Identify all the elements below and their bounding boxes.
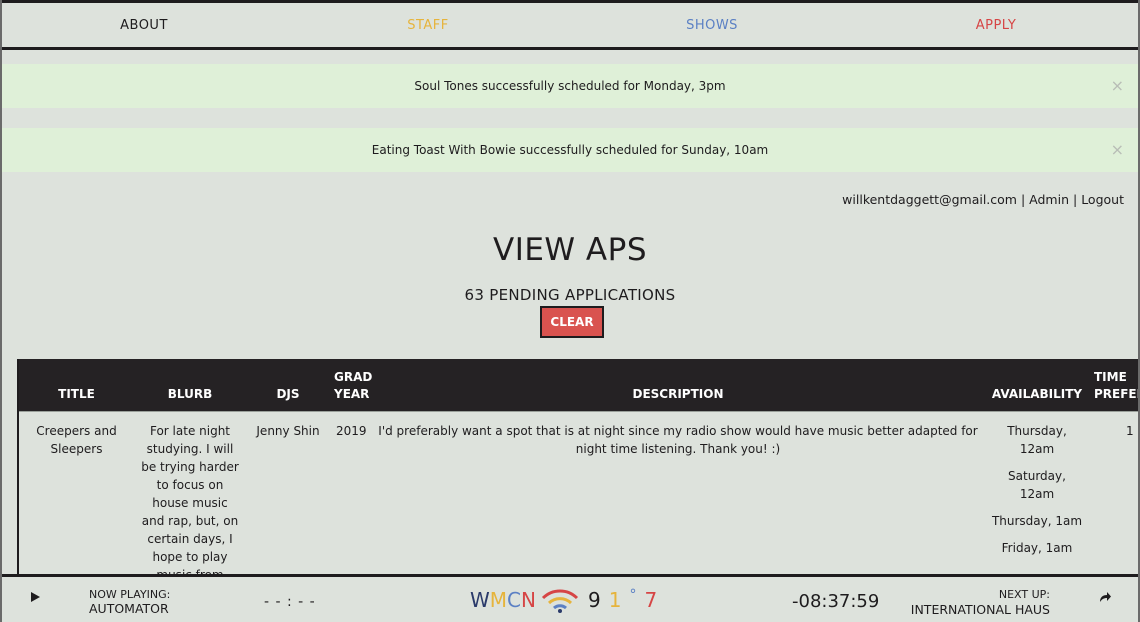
- cell-blurb: For late night studying. I will be tryin…: [141, 423, 239, 576]
- logo-letter: W: [470, 588, 490, 612]
- column-header-djs[interactable]: DJS: [246, 359, 330, 411]
- logo-digit: 9: [587, 588, 601, 612]
- nav-shows[interactable]: SHOWS: [570, 18, 854, 33]
- top-nav: ABOUT STAFF SHOWS APPLY: [2, 0, 1138, 50]
- table-header-row: TITLE BLURB DJS GRAD YEAR DESCRIPTION AV…: [19, 359, 1138, 411]
- cell-title: Creepers and Sleepers: [36, 423, 117, 456]
- pending-count: 63 PENDING APPLICATIONS: [464, 286, 676, 304]
- logout-link[interactable]: Logout: [1081, 192, 1124, 207]
- applications-table: TITLE BLURB DJS GRAD YEAR DESCRIPTION AV…: [17, 359, 1138, 576]
- availability-slot: Thursday, 12am: [1007, 423, 1067, 456]
- separator: |: [1072, 192, 1078, 207]
- close-icon[interactable]: ×: [1111, 140, 1124, 159]
- nav-staff[interactable]: STAFF: [286, 18, 570, 33]
- next-up-label: NEXT UP:: [998, 588, 1050, 601]
- availability-slot: Thursday, 1am: [991, 513, 1083, 528]
- cell-djs: Jenny Shin: [256, 423, 320, 438]
- station-logo: W M C N 9 1 ° 7: [470, 586, 657, 614]
- user-bar: willkentdaggett@gmail.com | Admin | Logo…: [842, 192, 1124, 207]
- wifi-icon: [541, 589, 579, 613]
- play-icon[interactable]: [31, 592, 40, 602]
- alert-message: Eating Toast With Bowie successfully sch…: [371, 143, 769, 157]
- separator: |: [1020, 192, 1026, 207]
- logo-letter: C: [507, 588, 522, 612]
- close-icon[interactable]: ×: [1111, 76, 1124, 95]
- success-alert: Eating Toast With Bowie successfully sch…: [2, 128, 1138, 172]
- column-header-time-preference[interactable]: TIME PREFERENCE: [1090, 359, 1138, 411]
- next-up-title: INTERNATIONAL HAUS: [910, 602, 1050, 617]
- logo-digit: 1: [608, 588, 622, 612]
- user-email: willkentdaggett@gmail.com: [842, 192, 1017, 207]
- cell-description: I'd preferably want a spot that is at ni…: [378, 423, 978, 456]
- page-title: VIEW APS: [492, 232, 648, 268]
- availability-slot: Saturday, 12am: [1008, 468, 1066, 501]
- logo-letter: M: [489, 588, 508, 612]
- now-playing-title: AUTOMATOR: [89, 601, 169, 616]
- share-icon[interactable]: [1098, 590, 1112, 604]
- column-header-availability[interactable]: AVAILABILITY: [984, 359, 1090, 411]
- table-row[interactable]: Creepers and Sleepers For late night stu…: [19, 411, 1138, 576]
- column-header-description[interactable]: DESCRIPTION: [372, 359, 984, 411]
- success-alert: Soul Tones successfully scheduled for Mo…: [2, 64, 1138, 108]
- nav-apply[interactable]: APPLY: [854, 18, 1138, 33]
- logo-letter: N: [521, 588, 536, 612]
- alert-message: Soul Tones successfully scheduled for Mo…: [414, 79, 726, 93]
- remaining-time: -08:37:59: [792, 591, 880, 612]
- availability-slot: Friday, 1am: [1001, 540, 1073, 555]
- elapsed-time: - - : - -: [264, 594, 316, 610]
- logo-digit: °: [629, 587, 637, 603]
- column-header-title[interactable]: TITLE: [19, 359, 134, 411]
- cell-grad-year: 2019: [336, 423, 367, 438]
- nav-about[interactable]: ABOUT: [2, 18, 286, 33]
- column-header-grad-year[interactable]: GRAD YEAR: [330, 359, 372, 411]
- radio-player: NOW PLAYING: AUTOMATOR - - : - - W M C N…: [2, 574, 1138, 622]
- cell-availability: Thursday, 12am Saturday, 12am Thursday, …: [984, 411, 1090, 575]
- column-header-blurb[interactable]: BLURB: [134, 359, 246, 411]
- cell-time-preference: 1: [1126, 423, 1134, 438]
- app-frame: ABOUT STAFF SHOWS APPLY Soul Tones succe…: [0, 0, 1140, 622]
- clear-button[interactable]: CLEAR: [540, 306, 604, 338]
- admin-link[interactable]: Admin: [1029, 192, 1069, 207]
- logo-digit: 7: [644, 588, 658, 612]
- now-playing-label: NOW PLAYING:: [89, 588, 171, 601]
